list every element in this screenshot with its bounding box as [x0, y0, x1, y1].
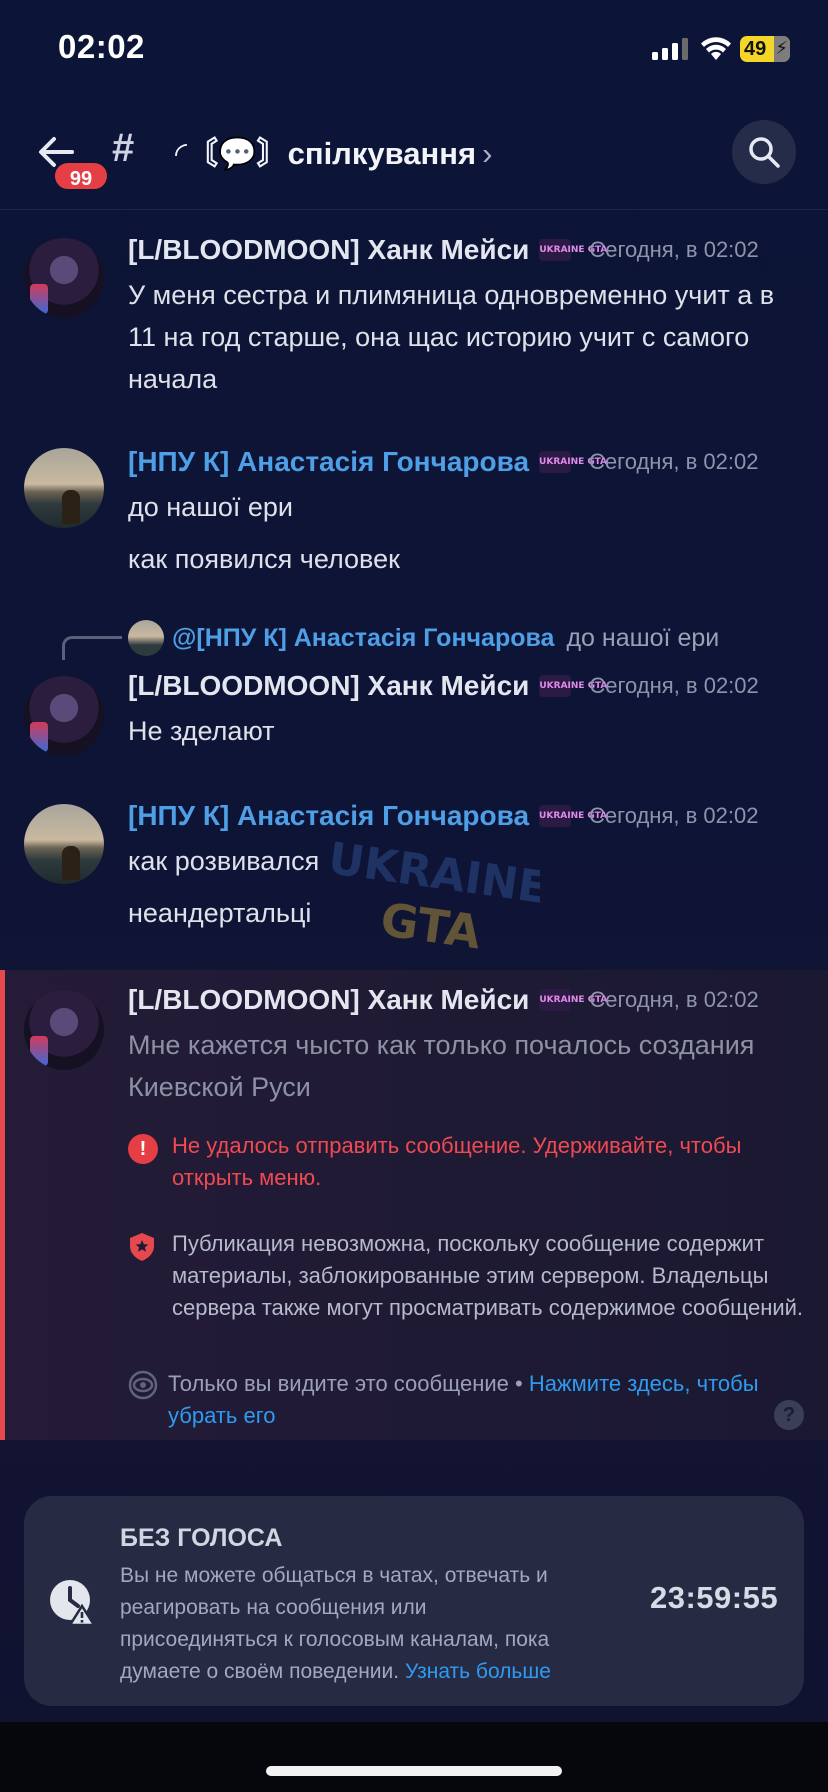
unread-count-badge[interactable]: 99: [52, 160, 110, 192]
send-error-notice[interactable]: ! Не удалось отправить сообщение. Удержи…: [128, 1130, 778, 1194]
avatar[interactable]: [24, 238, 104, 318]
author-name[interactable]: [L/BLOODMOON] Ханк Мейси: [128, 984, 529, 1016]
timeout-countdown: 23:59:55: [650, 1580, 779, 1615]
message-text: как розвивался: [128, 846, 320, 876]
author-name[interactable]: [НПУ К] Анастасія Гончарова: [128, 800, 529, 832]
message-text-failed: Мне кажется чысто как только почалось со…: [128, 1030, 755, 1102]
server-tag-badge[interactable]: UKRAINE GTA: [539, 805, 607, 827]
avatar[interactable]: [24, 990, 104, 1070]
message-text: как появился человек: [128, 544, 400, 574]
message-text: Не зделают: [128, 716, 275, 746]
channel-header: 99 # ◜〘💬〙спілкування ›: [0, 100, 828, 210]
message-item[interactable]: [НПУ К] Анастасія Гончарова UKRAINE GTA …: [0, 798, 828, 938]
server-tag-badge[interactable]: UKRAINE GTA: [539, 989, 607, 1011]
send-error-text: Не удалось отправить сообщение. Удержива…: [172, 1133, 742, 1190]
message-item[interactable]: [НПУ К] Анастасія Гончарова UKRAINE GTA …: [0, 442, 828, 582]
status-time: 02:02: [58, 28, 145, 65]
message-text: до нашої ери: [128, 492, 293, 522]
avatar[interactable]: [24, 804, 104, 884]
message-header: [L/BLOODMOON] Ханк Мейси UKRAINE GTA Сег…: [128, 984, 759, 1016]
automod-blocked-text: Публикация невозможна, поскольку сообщен…: [172, 1231, 804, 1320]
message-item[interactable]: [L/BLOODMOON] Ханк Мейси UKRAINE GTA Сег…: [0, 982, 828, 1102]
message-item[interactable]: [L/BLOODMOON] Ханк Мейси UKRAINE GTA Сег…: [0, 230, 828, 400]
search-icon: [749, 137, 780, 168]
charging-bolt-icon: ⚡: [775, 38, 788, 58]
message-header: [НПУ К] Анастасія Гончарова UKRAINE GTA …: [128, 446, 758, 478]
message-timestamp: Сегодня, в 02:02: [589, 673, 759, 698]
ephemeral-notice: Только вы видите это сообщение • Нажмите…: [128, 1368, 788, 1432]
message-text: неандертальці: [128, 898, 312, 928]
reply-connector: [62, 636, 122, 660]
message-timestamp: Сегодня, в 02:02: [589, 987, 759, 1012]
message-header: [НПУ К] Анастасія Гончарова UKRAINE GTA …: [128, 800, 758, 832]
server-tag-badge[interactable]: UKRAINE GTA: [539, 239, 607, 261]
channel-name: ◜〘💬〙спілкування: [175, 136, 477, 171]
server-tag-badge[interactable]: UKRAINE GTA: [539, 451, 607, 473]
battery-indicator: 49 ⚡: [740, 36, 790, 62]
reply-preview-text: до нашої ери: [566, 623, 720, 652]
timeout-clock-warning-icon: [50, 1580, 96, 1626]
timeout-description: Вы не можете общаться в чатах, отвечать …: [120, 1560, 560, 1688]
learn-more-link[interactable]: Узнать больше: [405, 1660, 551, 1683]
reply-mention[interactable]: @[НПУ К] Анастасія Гончарова: [172, 624, 554, 653]
author-name[interactable]: [L/BLOODMOON] Ханк Мейси: [128, 670, 529, 702]
author-name[interactable]: [НПУ К] Анастасія Гончарова: [128, 446, 529, 478]
reply-reference[interactable]: @[НПУ К] Анастасія Гончарова до нашої ер…: [128, 620, 719, 656]
author-name[interactable]: [L/BLOODMOON] Ханк Мейси: [128, 234, 529, 266]
automod-shield-icon: [130, 1233, 154, 1261]
help-icon[interactable]: ?: [774, 1400, 804, 1430]
avatar[interactable]: [24, 448, 104, 528]
message-header: [L/BLOODMOON] Ханк Мейси UKRAINE GTA Сег…: [128, 234, 759, 266]
message-text: У меня сестра и плимяница одновременно у…: [128, 280, 775, 394]
channel-title[interactable]: ◜〘💬〙спілкування ›: [175, 128, 492, 173]
home-bar-area: [0, 1722, 828, 1792]
message-timestamp: Сегодня, в 02:02: [589, 803, 759, 828]
status-bar: 02:02 49 ⚡: [0, 0, 828, 100]
eye-icon: [128, 1370, 158, 1400]
automod-blocked-notice: Публикация невозможна, поскольку сообщен…: [128, 1228, 808, 1324]
message-timestamp: Сегодня, в 02:02: [589, 237, 759, 262]
chevron-right-icon: ›: [482, 136, 493, 171]
only-you-label: Только вы видите это сообщение •: [168, 1371, 529, 1396]
text-channel-hash-icon: #: [112, 126, 135, 170]
reply-avatar: [128, 620, 164, 656]
cellular-signal-icon: [652, 38, 688, 60]
error-exclamation-icon: !: [128, 1134, 158, 1164]
battery-level: 49: [744, 37, 767, 60]
wifi-icon: [701, 37, 731, 60]
ephemeral-text: Только вы видите это сообщение • Нажмите…: [168, 1368, 788, 1432]
avatar[interactable]: [24, 676, 104, 756]
message-header: [L/BLOODMOON] Ханк Мейси UKRAINE GTA Сег…: [128, 670, 759, 702]
message-timestamp: Сегодня, в 02:02: [589, 449, 759, 474]
timeout-notice-card: БЕЗ ГОЛОСА Вы не можете общаться в чатах…: [24, 1496, 804, 1706]
message-item[interactable]: [L/BLOODMOON] Ханк Мейси UKRAINE GTA Сег…: [0, 670, 828, 770]
server-tag-badge[interactable]: UKRAINE GTA: [539, 675, 607, 697]
home-indicator[interactable]: [266, 1766, 562, 1776]
timeout-title: БЕЗ ГОЛОСА: [120, 1524, 283, 1552]
search-button[interactable]: [732, 120, 796, 184]
